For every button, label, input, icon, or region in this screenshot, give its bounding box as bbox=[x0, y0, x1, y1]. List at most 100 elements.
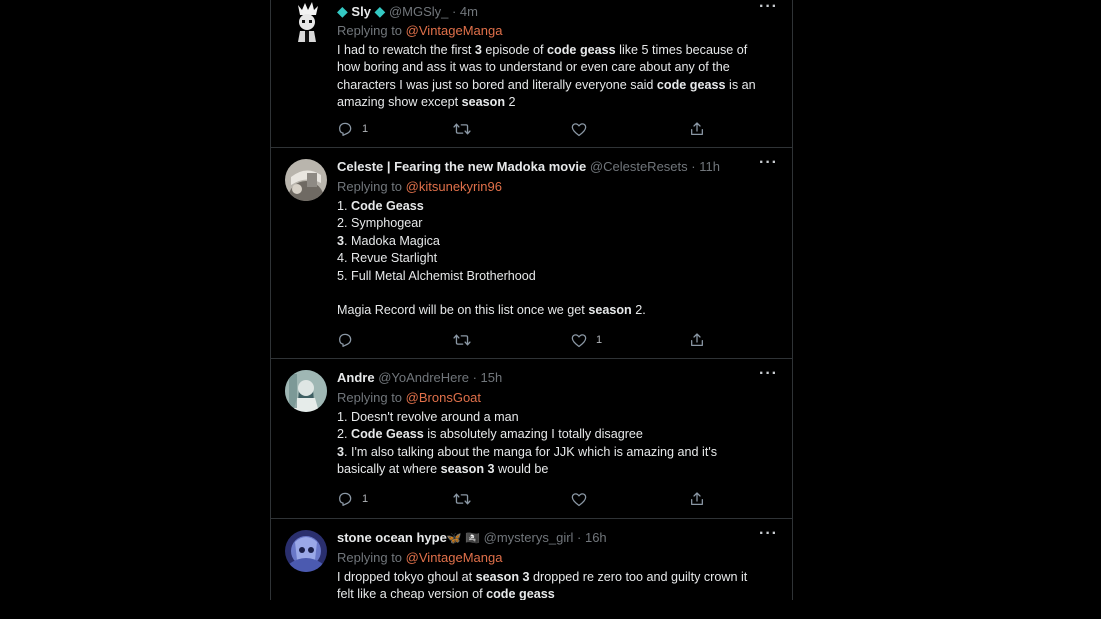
tweet-actions: 1 bbox=[337, 330, 777, 350]
text-run: characters I was just so bored and liter… bbox=[337, 77, 657, 92]
replying-to: Replying to @VintageManga bbox=[337, 23, 502, 39]
like-icon bbox=[571, 122, 587, 137]
display-name[interactable]: stone ocean hype bbox=[337, 530, 447, 545]
text-run: is absolutely amazing I totally disagree bbox=[423, 427, 643, 442]
text-run: episode of bbox=[481, 43, 548, 57]
highlighted-term: code geass bbox=[486, 587, 555, 600]
highlighted-term: code geass bbox=[656, 77, 726, 92]
display-name[interactable]: Andre bbox=[337, 370, 375, 385]
text-run: 1. bbox=[337, 199, 352, 213]
text-run: like 5 times because of bbox=[615, 43, 748, 57]
timeline[interactable]: ◆ Sly ◆ @MGSly_ · 4m ··· Replying to @Vi… bbox=[270, 0, 793, 600]
replying-to-label: Replying to bbox=[337, 390, 403, 405]
reply-mention-link[interactable]: @VintageManga bbox=[406, 550, 503, 565]
text-run: 2 bbox=[505, 95, 516, 110]
text-run: 1. Doesn't revolve around a man bbox=[337, 410, 519, 424]
avatar[interactable] bbox=[285, 370, 327, 412]
highlighted-term: 3 bbox=[337, 233, 345, 248]
tweet-header: stone ocean hype🦋 🏴‍☠️ @mysterys_girl · … bbox=[337, 530, 756, 546]
text-run: amazing show except bbox=[337, 95, 462, 110]
tweet-text-line: I had to rewatch the first 3 episode of … bbox=[337, 42, 777, 59]
tweet-header: ◆ Sly ◆ @MGSly_ · 4m bbox=[337, 3, 756, 20]
text-run: 2. bbox=[631, 303, 646, 318]
tweet-text-line: Magia Record will be on this list once w… bbox=[337, 302, 777, 319]
text-run: would be bbox=[494, 462, 549, 477]
tweet-text-line: 3. Madoka Magica bbox=[337, 233, 777, 250]
reply-icon bbox=[337, 121, 353, 137]
replying-to: Replying to @VintageManga bbox=[337, 550, 502, 566]
tweet-text-line: 5. Full Metal Alchemist Brotherhood bbox=[337, 268, 777, 285]
tweet[interactable]: Andre @YoAndreHere · 15h ··· Replying to… bbox=[271, 359, 792, 519]
reply-mention-link[interactable]: @BronsGoat bbox=[406, 390, 481, 405]
text-run: dropped re zero too and guilty crown it bbox=[529, 570, 748, 584]
tweet[interactable]: Celeste | Fearing the new Madoka movie @… bbox=[271, 148, 792, 359]
retweet-button[interactable] bbox=[453, 119, 480, 139]
reply-mention-link[interactable]: @kitsunekyrin96 bbox=[406, 179, 502, 194]
display-name[interactable]: Celeste | Fearing the new Madoka movie bbox=[337, 159, 586, 174]
retweet-icon bbox=[453, 491, 471, 507]
tweet-text-line: felt like a cheap version of code geass bbox=[337, 586, 777, 600]
highlighted-term: 3 bbox=[474, 43, 482, 57]
display-name[interactable]: Sly bbox=[351, 4, 371, 19]
avatar[interactable] bbox=[285, 530, 327, 572]
tweet-text-line: 4. Revue Starlight bbox=[337, 250, 777, 267]
text-run: I dropped tokyo ghoul at bbox=[337, 570, 476, 584]
tweet-text-line: 3. I'm also talking about the manga for … bbox=[337, 444, 777, 461]
tweet-text-line: characters I was just so bored and liter… bbox=[337, 77, 777, 94]
share-icon bbox=[689, 332, 705, 348]
text-run: 2. Symphogear bbox=[337, 216, 423, 231]
reply-count: 1 bbox=[362, 123, 369, 135]
text-run: I had to rewatch the first bbox=[337, 43, 475, 57]
text-run: is an bbox=[725, 77, 756, 92]
replying-to-label: Replying to bbox=[337, 23, 403, 38]
handle-time[interactable]: @YoAndreHere · 15h bbox=[378, 370, 502, 385]
reply-count: 1 bbox=[362, 493, 369, 505]
retweet-button[interactable] bbox=[453, 489, 480, 509]
like-button[interactable] bbox=[571, 489, 596, 509]
avatar[interactable] bbox=[289, 0, 325, 42]
highlighted-term: Code Geass bbox=[351, 199, 424, 213]
verified-diamond-icon: ◆ bbox=[337, 3, 348, 19]
text-run: basically at where bbox=[337, 462, 441, 477]
tweet-header: Celeste | Fearing the new Madoka movie @… bbox=[337, 159, 756, 175]
reply-button[interactable]: 1 bbox=[337, 489, 368, 509]
highlighted-term: 3 bbox=[337, 444, 345, 459]
share-button[interactable] bbox=[689, 330, 705, 350]
text-run: how boring and ass it was to understand … bbox=[337, 60, 730, 75]
tweet[interactable]: ◆ Sly ◆ @MGSly_ · 4m ··· Replying to @Vi… bbox=[271, 0, 792, 148]
avatar[interactable] bbox=[285, 159, 327, 201]
more-icon[interactable]: ··· bbox=[759, 154, 778, 172]
tweet-text-line: 1. Doesn't revolve around a man bbox=[337, 409, 777, 426]
more-icon[interactable]: ··· bbox=[759, 365, 778, 383]
reply-button[interactable] bbox=[337, 330, 362, 350]
handle-time[interactable]: @mysterys_girl · 16h bbox=[484, 530, 607, 545]
like-button[interactable] bbox=[571, 119, 596, 139]
like-button[interactable]: 1 bbox=[571, 330, 602, 350]
retweet-button[interactable] bbox=[453, 330, 480, 350]
reply-mention-link[interactable]: @VintageManga bbox=[406, 23, 503, 38]
tweet-text: 1. Doesn't revolve around a man 2. Code G… bbox=[337, 409, 777, 479]
tweet-text: I dropped tokyo ghoul at season 3 droppe… bbox=[337, 569, 777, 600]
tweet-text: I had to rewatch the first 3 episode of … bbox=[337, 42, 777, 112]
retweet-icon bbox=[453, 121, 471, 137]
share-icon bbox=[689, 491, 705, 507]
text-run: felt like a cheap version of bbox=[337, 587, 487, 600]
reply-button[interactable]: 1 bbox=[337, 119, 368, 139]
share-button[interactable] bbox=[689, 489, 705, 509]
text-run: 5. Full Metal Alchemist Brotherhood bbox=[337, 268, 536, 283]
tweet[interactable]: stone ocean hype🦋 🏴‍☠️ @mysterys_girl · … bbox=[271, 519, 792, 600]
retweet-icon bbox=[453, 332, 471, 348]
highlighted-term: season 3 bbox=[475, 570, 530, 584]
like-icon bbox=[571, 492, 587, 507]
tweet-actions: 1 bbox=[337, 119, 777, 139]
handle-time[interactable]: @CelesteResets · 11h bbox=[590, 159, 720, 174]
more-icon[interactable]: ··· bbox=[759, 0, 778, 16]
text-run: . Madoka Magica bbox=[344, 233, 440, 248]
text-run: . I'm also talking about the manga for J… bbox=[344, 444, 718, 459]
tweet-header: Andre @YoAndreHere · 15h bbox=[337, 370, 756, 386]
highlighted-term: code geass bbox=[547, 43, 616, 57]
more-icon[interactable]: ··· bbox=[759, 525, 778, 543]
handle-time[interactable]: @MGSly_ · 4m bbox=[389, 4, 478, 19]
share-button[interactable] bbox=[689, 119, 705, 139]
tweet-text: 1. Code Geass 2. Symphogear 3. Madoka Magi… bbox=[337, 198, 777, 320]
